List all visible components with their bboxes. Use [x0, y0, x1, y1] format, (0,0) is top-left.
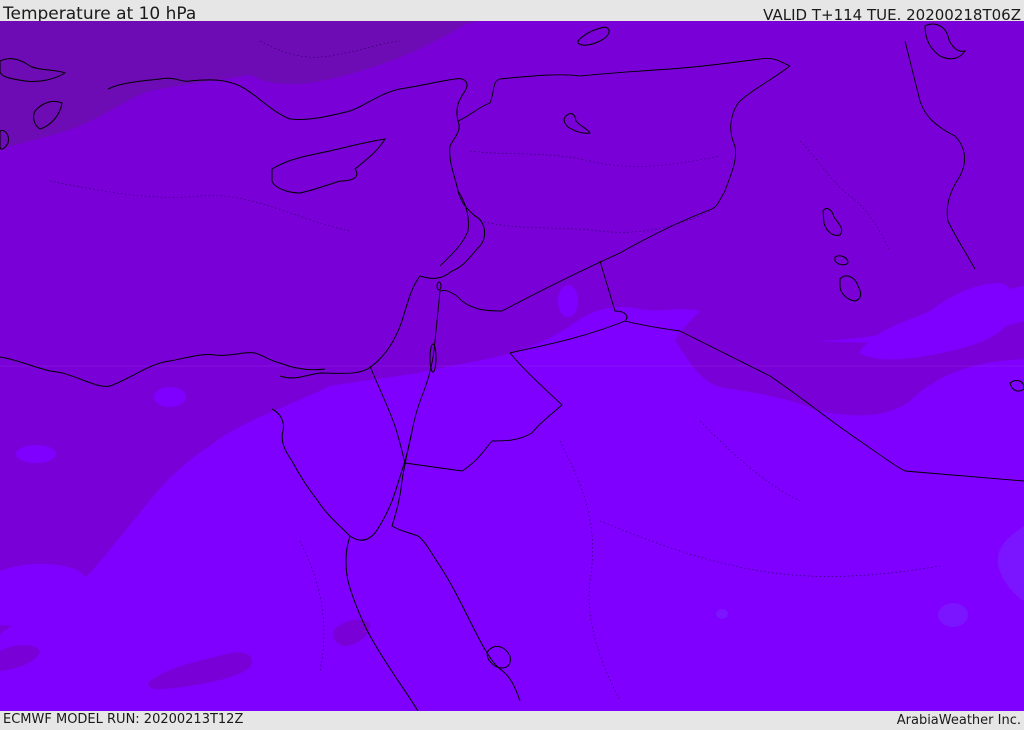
header-bar: Temperature at 10 hPa VALID T+114 TUE. 2… — [0, 0, 1024, 24]
footer-bar: ECMWF MODEL RUN: 20200213T12Z ArabiaWeat… — [0, 711, 1024, 729]
model-run-label: ECMWF MODEL RUN: 20200213T12Z — [3, 712, 244, 727]
temperature-band-warmest-spot-4 — [938, 603, 968, 627]
temperature-band-warmest-spot-5 — [716, 609, 728, 619]
temperature-band-warm-spot-3 — [558, 285, 578, 317]
map-canvas — [0, 21, 1024, 711]
credit-label: ArabiaWeather Inc. — [896, 713, 1021, 728]
temperature-band-warm-spot-2 — [154, 387, 186, 407]
weather-map[interactable] — [0, 21, 1024, 711]
temperature-band-warm-spot-1 — [16, 445, 56, 463]
